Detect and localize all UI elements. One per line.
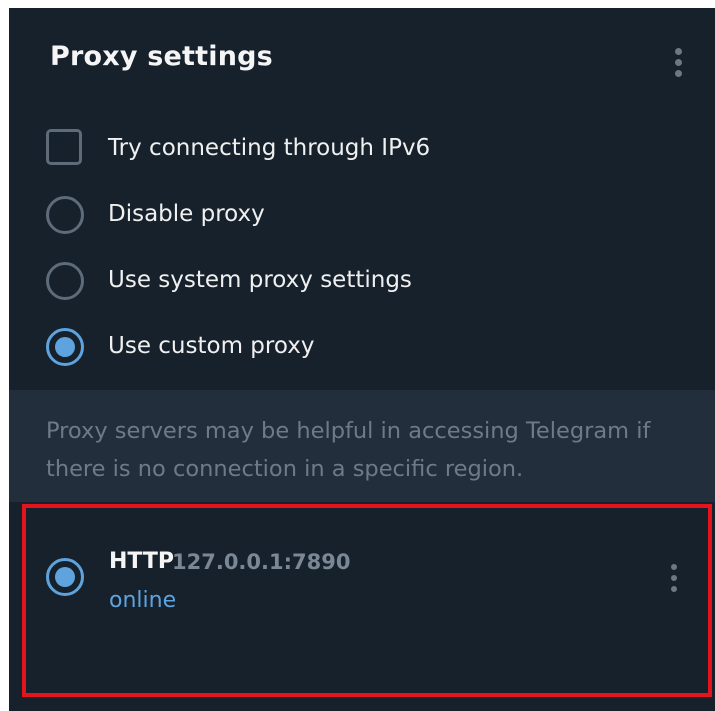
more-options-icon[interactable] — [668, 46, 688, 86]
proxy-list-item[interactable]: HTTP 127.0.0.1:7890 online — [22, 504, 712, 697]
menu-dot — [671, 575, 677, 581]
info-section: Proxy servers may be helpful in accessin… — [9, 390, 715, 502]
menu-dot — [675, 70, 682, 77]
page-title: Proxy settings — [50, 41, 273, 72]
custom-proxy-radio[interactable] — [46, 328, 84, 366]
proxy-address: 127.0.0.1:7890 — [172, 550, 351, 574]
disable-proxy-label: Disable proxy — [108, 201, 265, 227]
proxy-type: HTTP — [109, 549, 175, 574]
menu-dot — [671, 586, 677, 592]
system-proxy-option[interactable]: Use system proxy settings — [46, 258, 666, 304]
system-proxy-label: Use system proxy settings — [108, 267, 412, 293]
ipv6-checkbox-option[interactable]: Try connecting through IPv6 — [46, 126, 666, 172]
proxy-select-radio[interactable] — [46, 558, 84, 596]
menu-dot — [675, 59, 682, 66]
menu-dot — [671, 564, 677, 570]
panel-header: Proxy settings — [9, 8, 715, 108]
system-proxy-radio[interactable] — [46, 262, 84, 300]
menu-dot — [675, 48, 682, 55]
info-text: Proxy servers may be helpful in accessin… — [46, 418, 651, 482]
disable-proxy-option[interactable]: Disable proxy — [46, 192, 666, 238]
custom-proxy-option[interactable]: Use custom proxy — [46, 324, 666, 370]
proxy-settings-panel: Proxy settings Try connecting through IP… — [9, 8, 715, 711]
proxy-status: online — [109, 588, 177, 613]
disable-proxy-radio[interactable] — [46, 196, 84, 234]
proxy-menu-icon[interactable] — [664, 562, 684, 602]
custom-proxy-label: Use custom proxy — [108, 333, 315, 359]
ipv6-checkbox-label: Try connecting through IPv6 — [108, 135, 431, 161]
ipv6-checkbox[interactable] — [46, 129, 82, 165]
